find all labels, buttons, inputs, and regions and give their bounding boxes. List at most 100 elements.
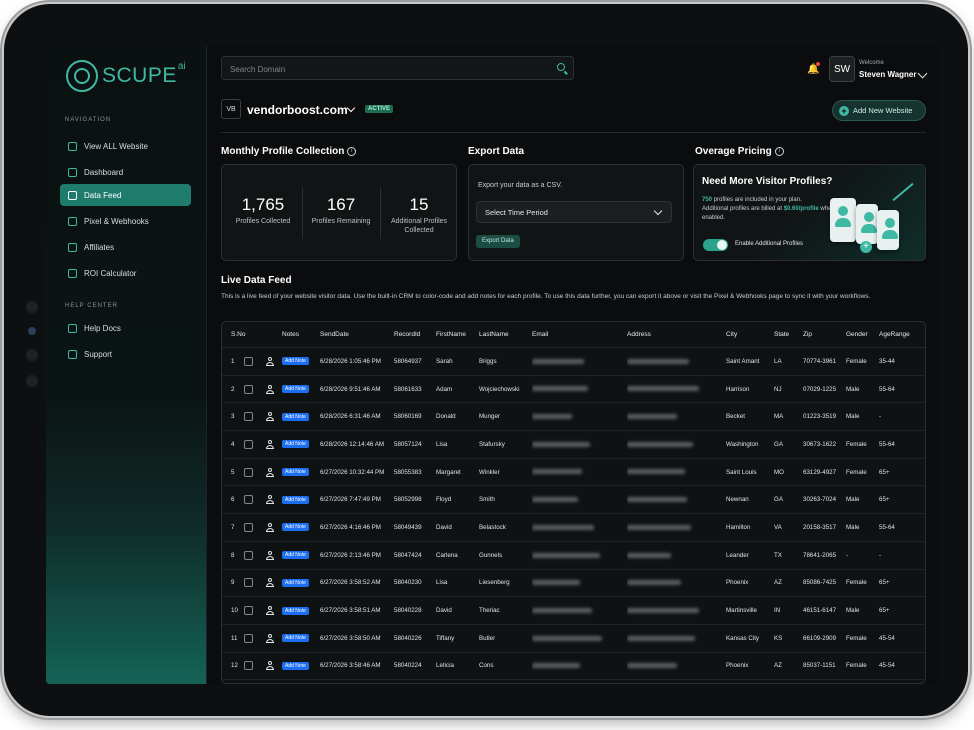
cell-recordid: 58052998 <box>394 485 436 515</box>
select-value: Select Time Period <box>485 208 548 217</box>
domain-name[interactable]: vendorboost.com <box>247 103 348 117</box>
export-data-button[interactable]: Export Data <box>476 235 520 248</box>
profile-icon[interactable] <box>266 495 274 505</box>
row-checkbox[interactable] <box>244 439 253 449</box>
add-website-button[interactable]: + Add New Website <box>832 100 926 121</box>
cell-city: Martinsville <box>726 596 774 625</box>
cell-email <box>532 458 627 487</box>
avatar[interactable]: SW <box>829 56 855 82</box>
sidebar-item-roi-calculator[interactable]: ROI Calculator <box>60 262 191 284</box>
add-note-button[interactable]: Add Note <box>282 578 309 587</box>
cell-notes: Add Note <box>282 652 320 681</box>
add-note-button[interactable]: Add Note <box>282 440 309 449</box>
cell-sno: 10 <box>222 596 244 625</box>
table-row[interactable]: 13 Add Note6/27/2026 2:25:45 AM58039333Me… <box>222 679 925 683</box>
logo: SCUPE ai <box>66 60 186 92</box>
row-checkbox[interactable] <box>244 356 253 366</box>
table-row[interactable]: 10 Add Note 6/27/2026 3:58:51 AM 58040228 Da… <box>222 596 925 625</box>
col-firstname-header: FirstName <box>436 322 479 348</box>
cell-state: NJ <box>774 375 803 404</box>
sidebar: SCUPE ai NAVIGATION View ALL Website Dash… <box>46 46 207 684</box>
table-row[interactable]: 12 Add Note 6/27/2026 3:58:46 AM 58040224 Le… <box>222 652 925 681</box>
chevron-down-icon[interactable] <box>917 68 928 79</box>
add-note-button[interactable]: Add Note <box>282 357 309 366</box>
add-note-button[interactable]: Add Note <box>282 412 309 421</box>
sidebar-item-dashboard[interactable]: Dashboard <box>60 161 191 183</box>
table-row[interactable]: 11 Add Note 6/27/2026 3:58:50 AM 58040226 Ti… <box>222 624 925 653</box>
row-checkbox[interactable] <box>244 661 253 671</box>
time-period-select[interactable]: Select Time Period <box>476 201 672 223</box>
row-checkbox[interactable] <box>244 522 253 532</box>
sidebar-item-affiliates[interactable]: Affiliates <box>60 236 191 258</box>
profile-icon[interactable] <box>266 356 274 366</box>
row-checkbox[interactable] <box>244 467 253 477</box>
add-note-button[interactable]: Add Note <box>282 523 309 532</box>
share-icon <box>68 242 77 252</box>
add-note-button[interactable]: Add Note <box>282 634 309 643</box>
search-input[interactable] <box>228 60 552 78</box>
table-row[interactable]: 2 Add Note 6/28/2026 9:51:46 AM 58061633 Ada… <box>222 375 925 404</box>
chevron-down-icon[interactable] <box>346 103 356 113</box>
cell-zip: 30263-7024 <box>803 485 846 515</box>
profile-icon[interactable] <box>266 412 274 422</box>
sidebar-item-help-docs[interactable]: Help Docs <box>60 317 191 339</box>
search-icon[interactable] <box>557 63 565 71</box>
table-row[interactable]: 8 Add Note 6/27/2026 2:13:46 PM 58047424 Car… <box>222 541 925 570</box>
table-row[interactable]: 3 Add Note 6/28/2026 6:31:46 AM 58060169 Don… <box>222 402 925 432</box>
table-row[interactable]: 1 Add Note 6/28/2026 1:05:46 PM 58064937 Sar… <box>222 347 925 376</box>
cell-email <box>532 375 627 404</box>
profile-icon[interactable] <box>266 578 274 588</box>
cell-email <box>532 596 627 625</box>
profile-icon[interactable] <box>266 384 274 394</box>
overage-title: Overage Pricing i <box>695 146 784 157</box>
cell-recordid: 58039333 <box>394 679 436 683</box>
row-checkbox[interactable] <box>244 384 253 394</box>
cell-select <box>244 430 266 459</box>
profile-icon[interactable] <box>266 606 274 616</box>
user-name[interactable]: Steven Wagner <box>859 70 917 79</box>
enable-profiles-toggle[interactable] <box>703 239 728 251</box>
table-row[interactable]: 6 Add Note 6/27/2026 7:47:49 PM 58052998 Flo… <box>222 485 925 515</box>
profile-icon[interactable] <box>266 550 274 560</box>
cell-sno: 7 <box>222 513 244 542</box>
add-note-button[interactable]: Add Note <box>282 551 309 560</box>
cell-lastname: Cons <box>479 652 532 681</box>
cell-lastname: Wojciechowski <box>479 375 532 404</box>
profile-icon[interactable] <box>266 439 274 449</box>
profile-icon[interactable] <box>266 467 274 477</box>
sidebar-item-support[interactable]: Support <box>60 343 191 365</box>
profile-icon[interactable] <box>266 522 274 532</box>
row-checkbox[interactable] <box>244 550 253 560</box>
nav-heading: NAVIGATION <box>65 117 112 123</box>
cell-sno: 6 <box>222 485 244 515</box>
table-row[interactable]: 9 Add Note 6/27/2026 3:58:52 AM 58040230 Lis… <box>222 569 925 598</box>
row-checkbox[interactable] <box>244 412 253 422</box>
info-icon[interactable]: i <box>347 146 357 156</box>
info-icon[interactable]: i <box>774 146 784 156</box>
profile-icon[interactable] <box>266 633 274 643</box>
bell-icon[interactable]: 🔔 <box>807 65 819 75</box>
add-note-button[interactable]: Add Note <box>282 468 309 477</box>
search-box[interactable] <box>221 56 574 80</box>
row-checkbox[interactable] <box>244 606 253 616</box>
add-note-button[interactable]: Add Note <box>282 606 309 615</box>
row-checkbox[interactable] <box>244 578 253 588</box>
row-checkbox[interactable] <box>244 633 253 643</box>
profile-icon[interactable] <box>266 661 274 671</box>
sidebar-item-view-all-website[interactable]: View ALL Website <box>60 135 191 157</box>
row-checkbox[interactable] <box>244 495 253 505</box>
cell-select <box>244 541 266 570</box>
cell-gender: Male <box>846 485 879 515</box>
table-row[interactable]: 5 Add Note 6/27/2026 10:32:44 PM 58055383 Ma… <box>222 458 925 487</box>
cell-notes: Add Note <box>282 375 320 404</box>
add-note-button[interactable]: Add Note <box>282 385 309 394</box>
add-note-button[interactable]: Add Note <box>282 495 309 504</box>
sidebar-item-data-feed[interactable]: Data Feed <box>60 184 191 206</box>
cell-senddate: 6/28/2026 12:14:46 AM <box>320 430 394 459</box>
cell-gender: Male <box>846 513 879 542</box>
add-note-button[interactable]: Add Note <box>282 661 309 670</box>
sidebar-item-pixel-webhooks[interactable]: Pixel & Webhooks <box>60 210 191 232</box>
table-row[interactable]: 7 Add Note 6/27/2026 4:16:46 PM 58049439 Dav… <box>222 513 925 542</box>
table-row[interactable]: 4 Add Note 6/28/2026 12:14:46 AM 58057124 Li… <box>222 430 925 459</box>
cell-notes: Add Note <box>282 596 320 625</box>
